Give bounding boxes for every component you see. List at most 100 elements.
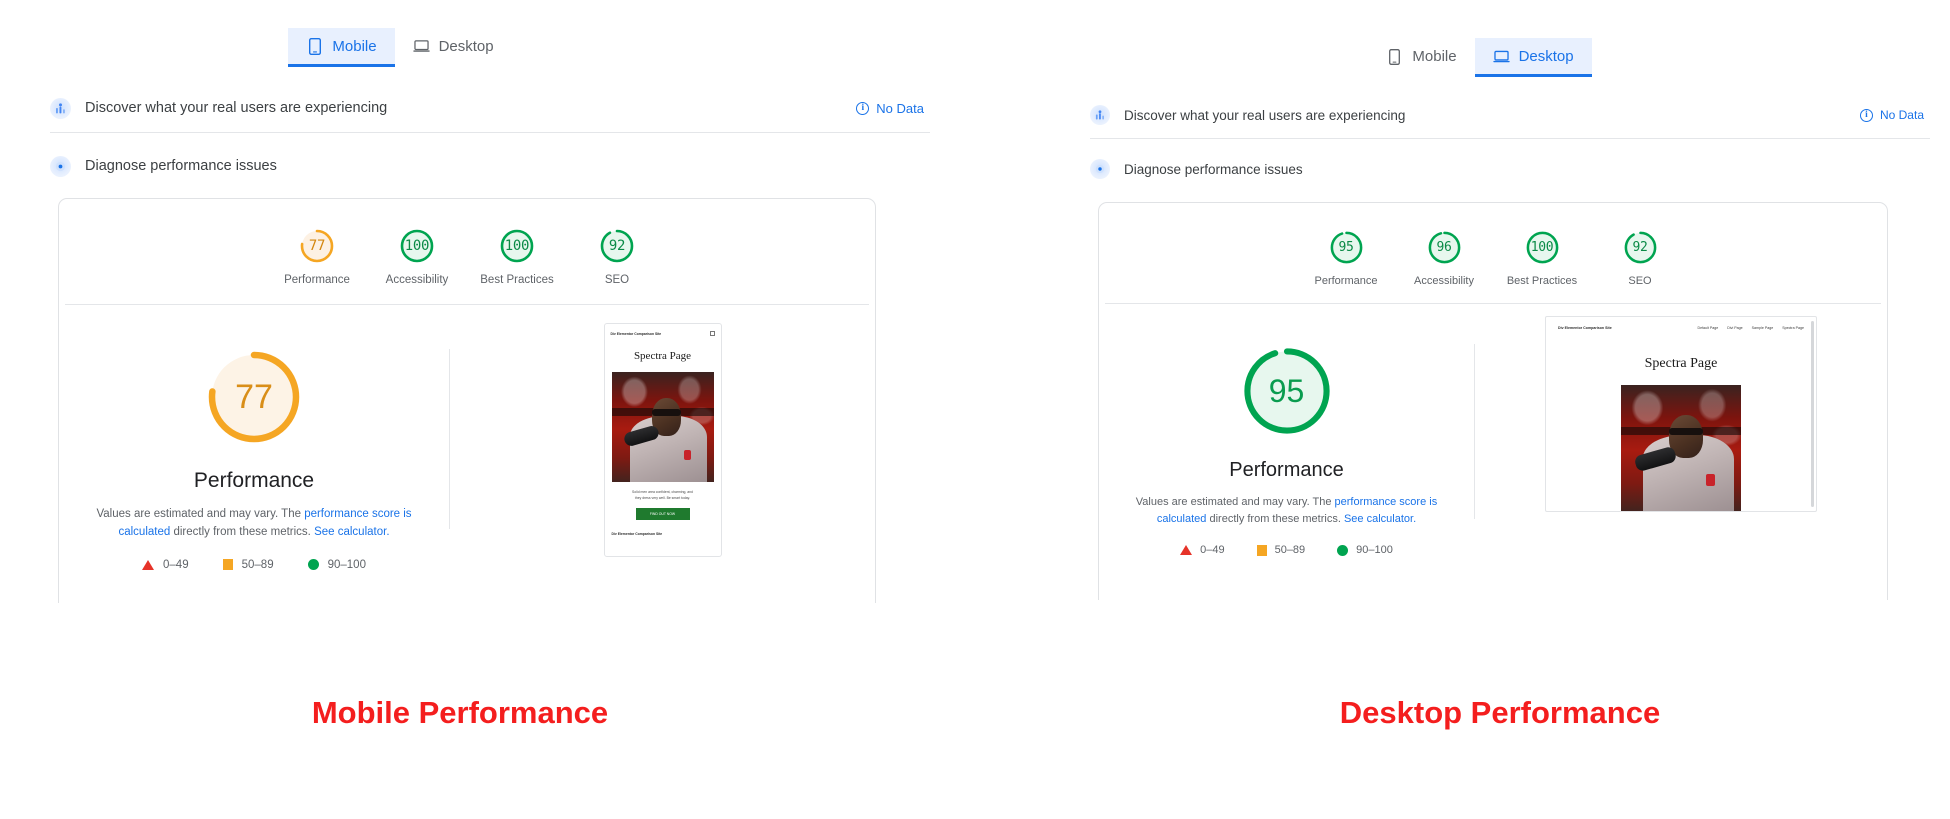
performance-title: Performance [1229, 459, 1344, 481]
tab-mobile[interactable]: Mobile [1368, 38, 1474, 77]
gauge-value: 100 [1530, 240, 1554, 255]
legend-item: 90–100 [307, 558, 366, 571]
gauge-ring: 95 [1328, 229, 1365, 266]
legend-label: 50–89 [241, 558, 274, 571]
gauge-best-practices[interactable]: 100 Best Practices [467, 227, 567, 286]
legend-label: 90–100 [327, 558, 366, 571]
screenshot-bottom-crop [50, 603, 930, 643]
field-data-title: Discover what your real users are experi… [85, 100, 388, 116]
legend-label: 0–49 [163, 558, 189, 571]
circle-icon [1337, 544, 1349, 556]
gauge-ring: 96 [1426, 229, 1463, 266]
legend-label: 90–100 [1356, 544, 1393, 557]
gauge-seo[interactable]: 92 SEO [1591, 229, 1689, 287]
lab-data-row-mobile[interactable]: Diagnose performance issues [50, 148, 930, 184]
gauge-value: 95 [1338, 240, 1354, 255]
page-thumbnail-desktop[interactable]: Div Elementor Comparison Site Default Pa… [1545, 316, 1817, 512]
category-score-gauges-mobile: 77 Performance 100 Accessibility 100 Bes… [59, 199, 875, 304]
gauge-label: Best Practices [1506, 275, 1578, 287]
gauge-label: Performance [1314, 275, 1378, 287]
category-score-gauges-desktop: 95 Performance 96 Accessibility 100 Best… [1099, 203, 1887, 303]
field-data-status[interactable]: i No Data [856, 101, 924, 116]
gauge-label: Performance [284, 274, 350, 286]
tab-desktop-label: Desktop [438, 38, 494, 55]
field-data-row-desktop[interactable]: Discover what your real users are experi… [1090, 96, 1930, 134]
info-icon: i [856, 101, 870, 115]
score-legend: 0–49 50–89 90–100 [142, 559, 366, 571]
tab-desktop[interactable]: Desktop [395, 28, 512, 67]
gauge-accessibility[interactable]: 100 Accessibility [367, 227, 467, 286]
thumbnail-brand: Div Elementor Comparison Site [1558, 326, 1612, 330]
thumbnail-scrollbar[interactable] [1811, 321, 1814, 507]
nav-item[interactable]: Divi Page [1727, 326, 1742, 330]
form-factor-tabbar-desktop: Mobile Desktop [1380, 38, 1592, 77]
legend-item: 50–89 [222, 558, 274, 571]
gauge-best-practices[interactable]: 100 Best Practices [1493, 229, 1591, 287]
nav-item[interactable]: Sample Page [1752, 326, 1774, 330]
lab-data-title: Diagnose performance issues [85, 158, 277, 174]
tab-mobile-label: Mobile [1412, 48, 1457, 65]
nav-item[interactable]: Spectra Page [1782, 326, 1804, 330]
legend-item: 90–100 [1337, 544, 1393, 556]
gauge-seo[interactable]: 92 SEO [567, 227, 667, 286]
thumbnail-photo [611, 372, 714, 482]
triangle-icon [142, 559, 155, 570]
gauge-ring: 77 [298, 227, 336, 265]
performance-score-block: 77 Performance Values are estimated and … [59, 345, 449, 571]
screenshot-bottom-crop [1090, 600, 1930, 640]
lab-data-row-desktop[interactable]: Diagnose performance issues [1090, 152, 1930, 186]
lab-results-card-desktop: 95 Performance 96 Accessibility 100 Best… [1098, 202, 1888, 627]
performance-gauge[interactable]: 77 [202, 345, 306, 449]
field-data-title: Discover what your real users are experi… [1124, 107, 1406, 123]
field-data-status-label: No Data [1879, 108, 1924, 122]
thumbnail-cta-button[interactable]: FIND OUT NOW [635, 508, 690, 520]
see-calculator-link[interactable]: See calculator. [314, 526, 389, 538]
nav-item[interactable]: Default Page [1697, 326, 1718, 330]
laptop-icon [412, 38, 430, 55]
lab-data-title: Diagnose performance issues [1124, 161, 1303, 177]
desc-text-1: Values are estimated and may vary. The [96, 508, 305, 520]
lab-results-card-mobile: 77 Performance 100 Accessibility 100 Bes… [58, 198, 876, 638]
legend-item: 0–49 [1180, 544, 1225, 556]
thumbnail-header: Div Elementor Comparison Site [605, 324, 721, 336]
performance-title: Performance [193, 469, 315, 492]
real-user-metrics-icon [50, 97, 71, 119]
see-calculator-link[interactable]: See calculator. [1344, 513, 1416, 525]
thumbnail-footer: Div Elementor Comparison Site [611, 532, 663, 536]
page-screenshot-area-desktop: Div Elementor Comparison Site Default Pa… [1475, 316, 1887, 556]
performance-description: Values are estimated and may vary. The p… [1127, 494, 1447, 528]
pagespeed-panel-mobile: Mobile Desktop Discover what your real u… [50, 28, 930, 643]
triangle-icon [1180, 545, 1193, 556]
performance-gauge[interactable]: 95 [1238, 342, 1336, 440]
gauge-performance[interactable]: 77 Performance [267, 227, 367, 286]
gauge-label: Accessibility [385, 274, 449, 286]
gauge-ring: 100 [1524, 229, 1561, 266]
thumbnail-body-line-1: Solid men area confident, charming, and [632, 490, 693, 494]
real-user-metrics-icon [1090, 105, 1110, 125]
diagnose-lab-icon [50, 155, 71, 177]
gauge-label: Best Practices [480, 274, 554, 286]
desc-text-2: directly from these metrics. [170, 525, 315, 538]
diagnose-lab-icon [1090, 159, 1110, 179]
gauge-value: 100 [404, 238, 430, 254]
performance-gauge-value: 95 [1268, 372, 1305, 409]
hamburger-menu-icon [709, 331, 715, 336]
field-data-status[interactable]: i No Data [1859, 108, 1924, 122]
desc-text-1: Values are estimated and may vary. The [1135, 496, 1335, 508]
gauge-value: 92 [1632, 240, 1648, 255]
tab-desktop[interactable]: Desktop [1474, 38, 1592, 77]
performance-summary-desktop: 95 Performance Values are estimated and … [1099, 304, 1887, 556]
performance-summary-mobile: 77 Performance Values are estimated and … [59, 305, 875, 571]
tab-mobile[interactable]: Mobile [288, 28, 395, 67]
form-factor-tabbar-mobile: Mobile Desktop [288, 28, 500, 67]
page-thumbnail-mobile[interactable]: Div Elementor Comparison Site Spectra Pa… [603, 323, 722, 557]
pagespeed-panel-desktop: Mobile Desktop Discover what your real u… [1090, 38, 1930, 640]
gauge-accessibility[interactable]: 96 Accessibility [1395, 229, 1493, 287]
thumbnail-photo [1621, 385, 1741, 511]
info-icon: i [1859, 108, 1873, 122]
mobile-phone-icon [1386, 48, 1403, 65]
performance-description: Values are estimated and may vary. The p… [89, 506, 419, 542]
field-data-row-mobile[interactable]: Discover what your real users are experi… [50, 88, 930, 128]
gauge-performance[interactable]: 95 Performance [1297, 229, 1395, 287]
gauge-value: 92 [608, 238, 626, 254]
